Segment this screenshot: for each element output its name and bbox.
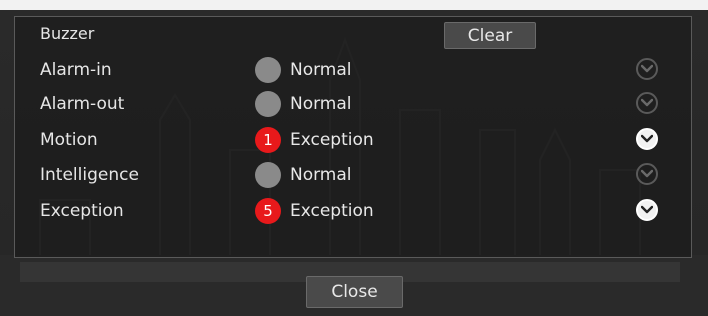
alarm-row: Alarm-out Normal: [0, 89, 708, 119]
buzzer-label: Buzzer: [40, 24, 95, 43]
close-button[interactable]: Close: [306, 276, 403, 308]
exception-count-badge: 1: [255, 127, 281, 153]
exception-count-badge: 5: [255, 198, 281, 224]
alarm-type-label: Motion: [40, 130, 98, 150]
chevron-down-icon[interactable]: [636, 163, 658, 185]
alarm-type-label: Intelligence: [40, 165, 139, 185]
status-indicator: [255, 57, 281, 83]
alarm-row: Motion 1 Exception: [0, 125, 708, 155]
alarm-type-label: Exception: [40, 201, 124, 221]
alarm-type-label: Alarm-in: [40, 60, 112, 80]
alarm-row: Exception 5 Exception: [0, 196, 708, 226]
alarm-row: Intelligence Normal: [0, 160, 708, 190]
status-indicator: [255, 162, 281, 188]
status-text: Exception: [290, 201, 374, 221]
status-text: Exception: [290, 130, 374, 150]
clear-button[interactable]: Clear: [444, 22, 536, 49]
alarm-type-label: Alarm-out: [40, 94, 125, 114]
status-text: Normal: [290, 94, 352, 114]
chevron-down-icon[interactable]: [636, 58, 658, 80]
status-text: Normal: [290, 60, 352, 80]
chevron-down-icon[interactable]: [636, 128, 658, 150]
chevron-down-icon[interactable]: [636, 199, 658, 221]
status-text: Normal: [290, 165, 352, 185]
alarm-row: Alarm-in Normal: [0, 55, 708, 85]
chevron-down-icon[interactable]: [636, 92, 658, 114]
status-indicator: [255, 91, 281, 117]
